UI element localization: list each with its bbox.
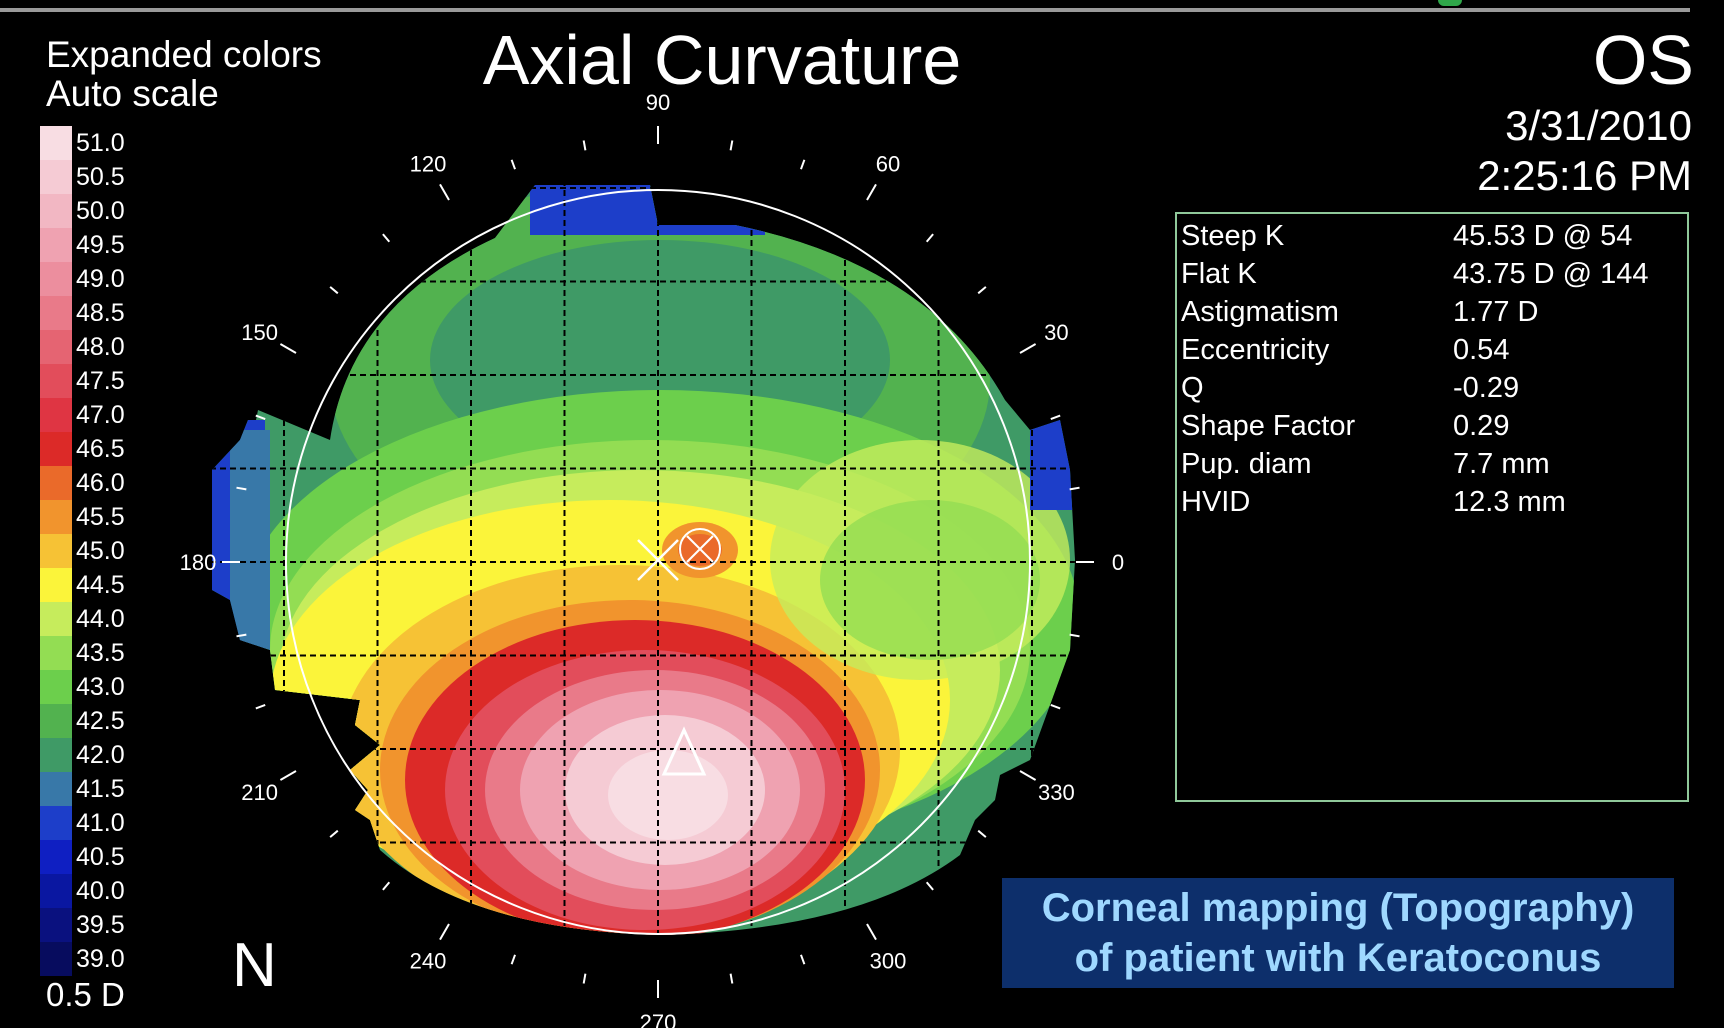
stat-label: Shape Factor: [1181, 410, 1356, 442]
angle-tick: [1050, 414, 1061, 420]
angle-tick: [329, 286, 339, 295]
angle-label: 240: [410, 948, 447, 973]
angle-tick: [800, 954, 806, 965]
angle-tick: [1050, 704, 1061, 710]
angle-tick: [279, 343, 297, 354]
angle-label: 330: [1038, 780, 1075, 805]
angle-label: 60: [876, 152, 900, 177]
angle-tick: [977, 286, 987, 295]
angle-tick: [255, 704, 266, 710]
angle-tick: [582, 140, 587, 151]
stat-label: Astigmatism: [1181, 296, 1339, 328]
angle-tick: [439, 183, 450, 201]
angle-tick: [925, 881, 934, 891]
caption-box: Corneal mapping (Topography) of patient …: [1002, 878, 1674, 988]
angle-label: 210: [241, 780, 278, 805]
angle-label: 150: [241, 320, 278, 345]
angle-label: 300: [870, 948, 907, 973]
stat-label: Q: [1181, 372, 1204, 404]
angle-label: 180: [180, 550, 217, 575]
stat-label: Flat K: [1181, 258, 1257, 290]
angle-tick: [1019, 770, 1037, 781]
keratometry-stats-panel: Steep K 45.53 D @ 54 Flat K 43.75 D @ 144 As…: [1175, 212, 1689, 802]
angle-label: 270: [640, 1010, 677, 1028]
caption-line-1: Corneal mapping (Topography): [1041, 886, 1635, 930]
stat-value: 0.29: [1453, 410, 1510, 442]
angle-tick: [925, 233, 934, 243]
angle-label: 120: [410, 152, 447, 177]
stat-value: 12.3 mm: [1453, 486, 1566, 518]
angle-tick: [1069, 633, 1080, 638]
angle-tick: [1069, 486, 1080, 491]
stat-label: Pup. diam: [1181, 448, 1312, 480]
caption-line-2: of patient with Keratoconus: [1074, 936, 1602, 980]
angle-tick: [510, 954, 516, 965]
stat-label: Steep K: [1181, 220, 1285, 252]
angle-tick: [729, 140, 734, 151]
angle-tick: [866, 923, 877, 941]
stat-label: Eccentricity: [1181, 334, 1330, 366]
angle-tick: [866, 183, 877, 201]
angle-tick: [279, 770, 297, 781]
stat-value: -0.29: [1453, 372, 1520, 404]
angle-tick: [800, 159, 806, 170]
angle-tick: [329, 829, 339, 838]
angle-tick: [382, 881, 391, 891]
angle-tick: [439, 923, 450, 941]
stat-value: 45.53 D @ 54: [1453, 220, 1633, 252]
angle-tick: [729, 973, 734, 984]
angle-tick: [1019, 343, 1037, 354]
stat-value: 0.54: [1453, 334, 1510, 366]
angle-label: 0: [1112, 550, 1124, 575]
angle-label: 30: [1044, 320, 1068, 345]
angle-tick: [977, 829, 987, 838]
angle-label: 90: [646, 90, 670, 115]
angle-tick: [510, 159, 516, 170]
angle-tick: [382, 233, 391, 243]
stat-value: 43.75 D @ 144: [1453, 258, 1649, 290]
angle-tick: [582, 973, 587, 984]
stat-label: HVID: [1181, 486, 1251, 518]
curvature-color-fill: [212, 185, 1075, 935]
stat-value: 1.77 D: [1453, 296, 1539, 328]
stat-value: 7.7 mm: [1453, 448, 1550, 480]
